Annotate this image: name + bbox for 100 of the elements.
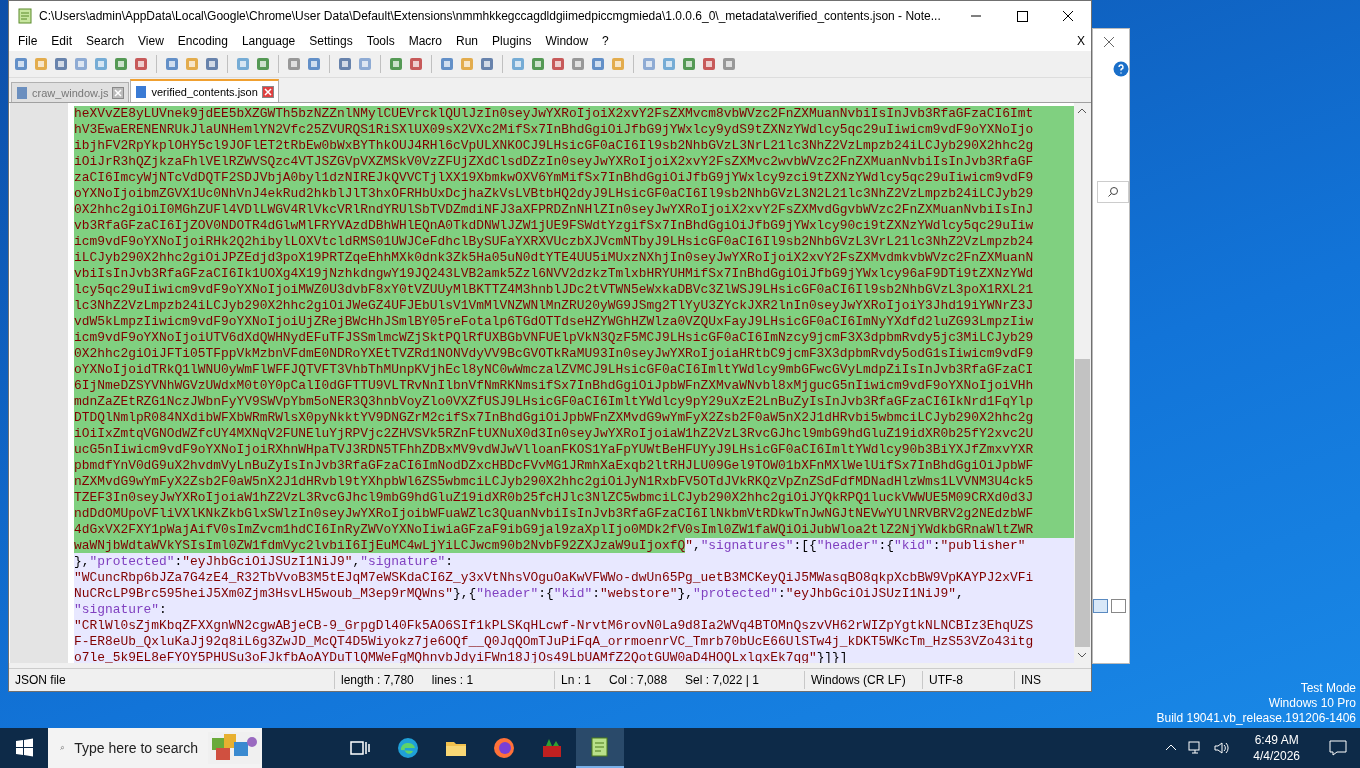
code-text: "kid" <box>553 586 593 601</box>
eol-label: Windows (CR LF) <box>805 671 923 689</box>
code-text: ibjhFV2RpYkplOHY5cl9JOFlET2tRbEw0bWxBYThkOUJ4RHl6cVpULXNKOCJ9LHsicGF0aCI6Il9sb2NhbGVzL3NrL21lc3NhZ2VzLmpzb24iLCJyb290X2hhc2g <box>74 138 1034 153</box>
length-label: length : 7,780 <box>341 673 414 687</box>
code-text: }, <box>74 554 90 569</box>
search-icon <box>1107 186 1119 198</box>
code-text: "header" <box>476 586 539 601</box>
menu-item[interactable]: Plugins <box>485 34 539 48</box>
menu-item[interactable]: Encoding <box>170 34 235 48</box>
encoding-label: UTF-8 <box>923 671 1015 689</box>
code-text: : <box>592 586 601 601</box>
window-title: C:\Users\admin\AppData\Local\Google\Chrome\User Data\Default\Extensions\nmmhkkegccagdldgiimedpiccmgmieda\1.0.0.6_0\_metadata\verified_contents.json - Note... <box>39 9 942 23</box>
code-text: zaCI6ImcyWjNTcVdDQTF2SDJVbjA0byl1dzNIREJkQVVCTjlXX19XbmkwOXV6YmMifSx7InBhdGgiOiJfbG9jYWxlcy9zci9tZXNzYWdlcy5qc29uIiwicm9vdF9 <box>74 170 1034 185</box>
code-text: vbiIsInJvb3RfaGFzaCI6Ik1UOXg4X19jNzhkdngwY19JQ243LVB2amk5Zzl6NVV2dzkzTmlxbHRYUHMifSx7InBhdGgiOiJfbG9jYWxlcy96aF9DTi9tZXNzYWd <box>74 266 1034 281</box>
code-text: vdW5kLmpzIiwicm9vdF9oYXNoIjoiUjZRejBWcHhJSmlBY05reFotalp6TGdOTTdseHZYWGhHZWlza0VZQUxFayJ9LHsicGF0aCI6ImNyYXdfd2luZG93LmpzIiw <box>74 314 1034 329</box>
code-text: "eyJhbGciOiJSUzI1NiJ9" <box>785 586 956 601</box>
code-text: lc3NhZ2VzLmpzb24iLCJyb290X2hhc2giOiJWeGZ4UFJEbUlsV1VmMlVNZWNlMnZRU20yWG9JSmg2TlYyU3ZYckJXR2lnIn0seyJwYXRoIjoiY3Jhd19iYWNrZ3J <box>74 298 1034 313</box>
code-text: , <box>352 554 361 569</box>
desktop-notice-text: Test Mode <box>1300 681 1356 696</box>
menu-item[interactable]: Window <box>538 34 596 48</box>
code-text: "eyJhbGciOiJSUzI1NiJ9" <box>182 554 353 569</box>
code-text: NuCRcLP9Brc595heiJ5Xm0Zjm3HsvLH5woub_M3ep9rMQWns" <box>74 586 454 601</box>
taskbar-search-field[interactable]: Type here to search <box>48 728 262 768</box>
code-text: 0X2hhc2giOiJFTi05TFppVkMzbnVFdmE0NDRoYXEtTVZRd1NONVdyVV9BcGVOTkRaMU93In0seyJwYXRoIjoiaHRtbC9jcmF3X3dpbmRvdy5odG1sIiwicm9vdF9 <box>74 346 1034 361</box>
column-label: Col : 7,088 <box>609 673 668 687</box>
menu-item[interactable]: ? <box>595 34 616 48</box>
code-text: o7le_5k9EL8eFYOY5PHUSu3oFJkfbAoAYDuTlQMWeFgMQhnvbJdyiFWn18JjOs49LbUAMfZ2QotGUW0aD4HOQLxlqxEk7qg" <box>74 650 817 663</box>
code-text: DTDQlNmlpR084NXdibWFXbWRmRWlsX0pyNkktYV9DNGZrM2cifSx7InBhdGgiOiJpbWFnZXMvdG9wYmFyX2Zsb2F0aW5nX2J1dHRvbi5wbmciLCJyb290X2hhc2g <box>74 410 1034 425</box>
menu-item[interactable]: Edit <box>44 34 80 48</box>
code-text: , <box>692 538 701 553</box>
code-text: :{ <box>878 538 895 553</box>
browser-icon <box>396 736 420 760</box>
code-text: mdnZaZEtRZG1NczJWbnFyYV9SWVpYbm5oNER3Q3hnbVoyZlo0VXZfUSJ9LHsicGF0aCI6ImltYWdlcy9pY29uXzE2LnBuZyIsInJvb3RfaGFzaCI6IkNrd1FqYlp <box>74 394 1034 409</box>
menu-item[interactable]: Macro <box>401 34 449 48</box>
menu-item[interactable]: Search <box>79 34 132 48</box>
code-text: lcy5qc29uIiwicm9vdF9oYXNoIjoiMWZ0U3dvbF8xY0tVZUUyMlBKTTZ4M3hnblJDc2tVTWN5eWxkaDBVc3ZlWSJ9LHsicGF0aCI6Il9sb2NhbGVzL3poX1RXL21 <box>74 282 1034 297</box>
browser-icon <box>492 736 516 760</box>
file-type-label: JSON file <box>9 671 335 689</box>
code-text: heXVvZE8yLUVnek9jdEE5bXZGWTh5bzNZZnlNMylCUEVrcklQUlJzIn0seyJwYXRoIjoiX2xvY2FsZXMvcm8vbWVzc2FnZXMuanNvbiIsInJvb3RfaGFzaCI6Imt <box>74 106 1034 121</box>
lines-label: lines : 1 <box>431 673 474 687</box>
code-text: pbmdfYnV0dG9uX2hvdmVyLnBuZyIsInJvb3RfaGFzaCI6ImNodDZxcHBDcFVvMG1JRmhXaExqb2ltRHJLU09Gel9TOW01bXFnMXlWelUifSx7InBhdGgiOiJpbWF <box>74 458 1034 473</box>
close-tab-icon[interactable] <box>261 85 274 98</box>
menu-item[interactable]: Tools <box>359 34 402 48</box>
close-icon[interactable] <box>1103 36 1115 48</box>
menu-item[interactable]: Run <box>449 34 486 48</box>
code-text: icm9vdF9oYXNoIjoiUTV6dXdQWHNydEFuTFJSSmlmcWZjSktPQlRfUXBGbVNFUElpVkN3QzF5MCJ9LHsicGF0aCI6ImNzcy9jcmF3X3dpbmRvdy5jc3MiLCJyb29 <box>74 330 1034 345</box>
code-text: iLCJyb290X2hhc2giOiJPZEdjd3poX19PRTZqeEhhMXk0dnk3Zk5Ha05uN0dtYTE4UU5iMUxzNXhjIn0seyJwYXRoIjoiX2xvY2FsZXMvdmkvbWVzc2FnZXMuanN <box>74 250 1034 265</box>
code-text: },{ <box>453 586 477 601</box>
code-text: iOiJrR3hQZjkzaFhlVElRZWVSQzc4VTJSZGVpVXZMSkV0VzZFUjZXdClsdDZzIn0seyJwYXRoIjoiX2xvY2FsZXMvc2wvbWVzc2FnZXMuanNvbiIsInJvb3RfaGF <box>74 154 1034 169</box>
clock-date[interactable]: 4/4/2026 <box>1253 748 1300 764</box>
help-icon[interactable] <box>1113 61 1129 77</box>
code-text: ndDdOMUpoVFliVXlKNkZkbGlxSWlzIn0seyJwYXRoIjoibWFuaWZlc3QuanNvbiIsInJvb3RfaGFzaCI6IlNkbmVtRDkwTnJwNGJtNEVwYUlNRVBRV2g2NEdzbWF <box>74 506 1034 521</box>
view-icon[interactable] <box>1093 599 1127 613</box>
close-document-button[interactable]: X <box>1071 34 1091 48</box>
desktop-notice-text: Build 19041.vb_release.191206-1406 <box>1156 711 1356 726</box>
search-field[interactable] <box>1097 181 1129 203</box>
code-text: nZXMvdG9wYmFyX2Zsb2F0aW5nX2J1dHRvbl9tYXhpbWl6ZS5wbmciLCJyb290X2hhc2giOiJyN1RxbFV5OTdJVkRKQzVpZnZSdFdfMDNadHlzWms1LVVNM3U4ck5 <box>74 474 1034 489</box>
close-tab-icon[interactable] <box>112 86 125 99</box>
code-text: " <box>685 538 693 553</box>
file-tab[interactable]: craw_window.js <box>11 82 130 102</box>
code-text: "signature" <box>360 554 446 569</box>
code-text: vb3RfaGFzaCI6IjZOV0NDOTR4dGlwMlFRYVAzdDBhWHlEQnA0TkdDNWlJZW1jUE9FSWdtYzgifSx7InBhdGgiOiJfbG9jYWxlcy90ci9tZXNzYWdlcy5qc29uIiw <box>74 218 1034 233</box>
code-text: oYXNoIjoibmZGVX1Uc0NhVnJ4ekRud2hkblJlT3hxOFRHbUxDcjhaZkVsLVBtbHQ2dyJ9LHsicGF0aCI6Il9sb2NhbGVzL3N2L21lc3NhZ2VzLmpzb24iLCJyb29 <box>74 186 1034 201</box>
code-text: "kid" <box>894 538 933 553</box>
code-text: : <box>159 602 167 617</box>
code-text: waWNjbWdtaWVkYSIsIml0ZW1fdmVyc2lvbiI6IjEuMC4wLjYiLCJwcm90b2NvbF92ZXJzaW9uIjoxfQ <box>74 538 686 553</box>
code-text: }]}] <box>816 650 848 663</box>
code-text: "signatures" <box>700 538 794 553</box>
code-text: hV3EwaERENENRUkJlaUNHemlYN2Vfc25ZVURQS1RiSXlUX09sX2VXc2MifSx7InBhdGgiOiJfbG9jYWxlcy9ydS9tZXNzYWdlcy5qc29uIiwicm9vdF9oYXNoIjo <box>74 122 1034 137</box>
menu-item[interactable]: Language <box>234 34 303 48</box>
code-text: "webstore" <box>600 586 678 601</box>
menu-item[interactable]: Settings <box>302 34 360 48</box>
code-text: , <box>955 586 964 601</box>
code-text: "CRlWl0sZjmKbqZFXXgnWN2cgwABjeCB-9_GrpgDl40Fk5AO6SIf1kPLSKqHLcwf-NrvtM6rovN0La9d8Ia2WVq4BTOMnQszvVH62rWIZpYgtkNLNCBIz3EhqUZS <box>74 618 1034 633</box>
scroll-thumb[interactable] <box>1075 359 1090 647</box>
insert-mode-label: INS <box>1020 672 1042 689</box>
code-text: F-ER8eUb_QxluKaJj92q8iL6g3ZwJD_McQT4D5Wiyokz7je6OQf__Q0JqQOmTJuPiFqA_orrmoenrVC_Tmrb70bUcE66UlSTw4j_kDKT5WKcTm_HzS53VZo43itg <box>74 634 1034 649</box>
code-text: : <box>174 554 183 569</box>
code-text: "publisher" <box>940 538 1026 553</box>
menu-item[interactable]: File <box>11 34 45 48</box>
volume-icon[interactable] <box>1213 740 1232 756</box>
code-text-area[interactable] <box>74 103 1074 663</box>
code-text: oYXNoIjoidTRkQ1lWNU0yWmFlWFFJQTVFT3VhbThMUnpKVjhEcl8yNC0wWmczalZVMCJ9LHsicGF0aCI6ImltYWdlcy9mbGFwcGVyLmdpZiIsInJvb3RfaGFzaCI <box>74 362 1034 377</box>
code-text: TZEF3In0seyJwYXRoIjoiaW1hZ2VzL3RvcGJhcl9mbG9hdGluZ19idXR0b25fcHJlc3NlZC5wbmciLCJyb290X2hhc2giOiJYQkRPQ1luckVWWUE5M09CRXd0d3J <box>74 490 1034 505</box>
code-text: :{ <box>538 586 554 601</box>
code-text: "protected" <box>692 586 778 601</box>
notepad-taskbar-button[interactable] <box>576 728 624 768</box>
menu-item[interactable]: View <box>131 34 171 48</box>
clock-time[interactable]: 6:49 AM <box>1254 732 1299 748</box>
code-text: iOiIxZmtqVGNOdWZfcUY4MXNqV2FUNEluYjRPVjc2ZHVSVk5RZnFtUXNuX0d3In0seyJwYXRoIjoiaW1hZ2VzL3RvcGJhcl9mbG9hdGluZ19idXR0b25fY2xvc2U <box>74 426 1034 441</box>
code-text: icm9vdF9oYXNoIjoiRHk2Q2hibylLOXVtcldRMS01UWJCeFdhclBySUFaYXRXVUczbXJVcmNTbyJ9LHsicGF0aCI6Il9sb2NhbGVzL3VrL21lc3NhZ2VzLmpzb24 <box>74 234 1034 249</box>
code-text: 6IjNmeDZSYVNhWGVzUWdxM0t0Y0pCalI0dGFTTU9VLTRvNnIlbnVfNmRKNmsifSx7InBhdGgiOiJpbWFnZXMvaWNvbl8xMjgucG5nIiwicm9vdF9oYXNoIjoiVHh <box>74 378 1034 393</box>
notepad-icon <box>17 8 33 24</box>
code-text: 0X2hhc2giOiI0MGhZUFl4VDlLWGV4RlVkcVRlRndYRUlSbTVDZmdiNFJ3aXFPRDZnNHlZIn0seyJwYXRoIjoiX2xvY2FsZXMvdGgvbWVzc2FnZXMuanNvbiIsInJ <box>74 202 1034 217</box>
code-text: : <box>932 538 941 553</box>
scrollbar[interactable] <box>1074 103 1091 663</box>
selection-label: Sel : 7,022 | 1 <box>685 673 759 687</box>
file-tab[interactable]: verified_contents.json <box>130 79 279 102</box>
code-text: 4dGxVX2FXY1pWajAifV0sImZvcm1hdCI6InRyZWVoYXNoIiwiaGFzaF9ibG9jal9zaXplIjo0MDk2fV0sIml0ZW1faWQiOiJubWloa2tlZ2NjYWdkbGRnaWltZWR <box>74 522 1034 537</box>
notification-icon[interactable] <box>1328 739 1348 757</box>
